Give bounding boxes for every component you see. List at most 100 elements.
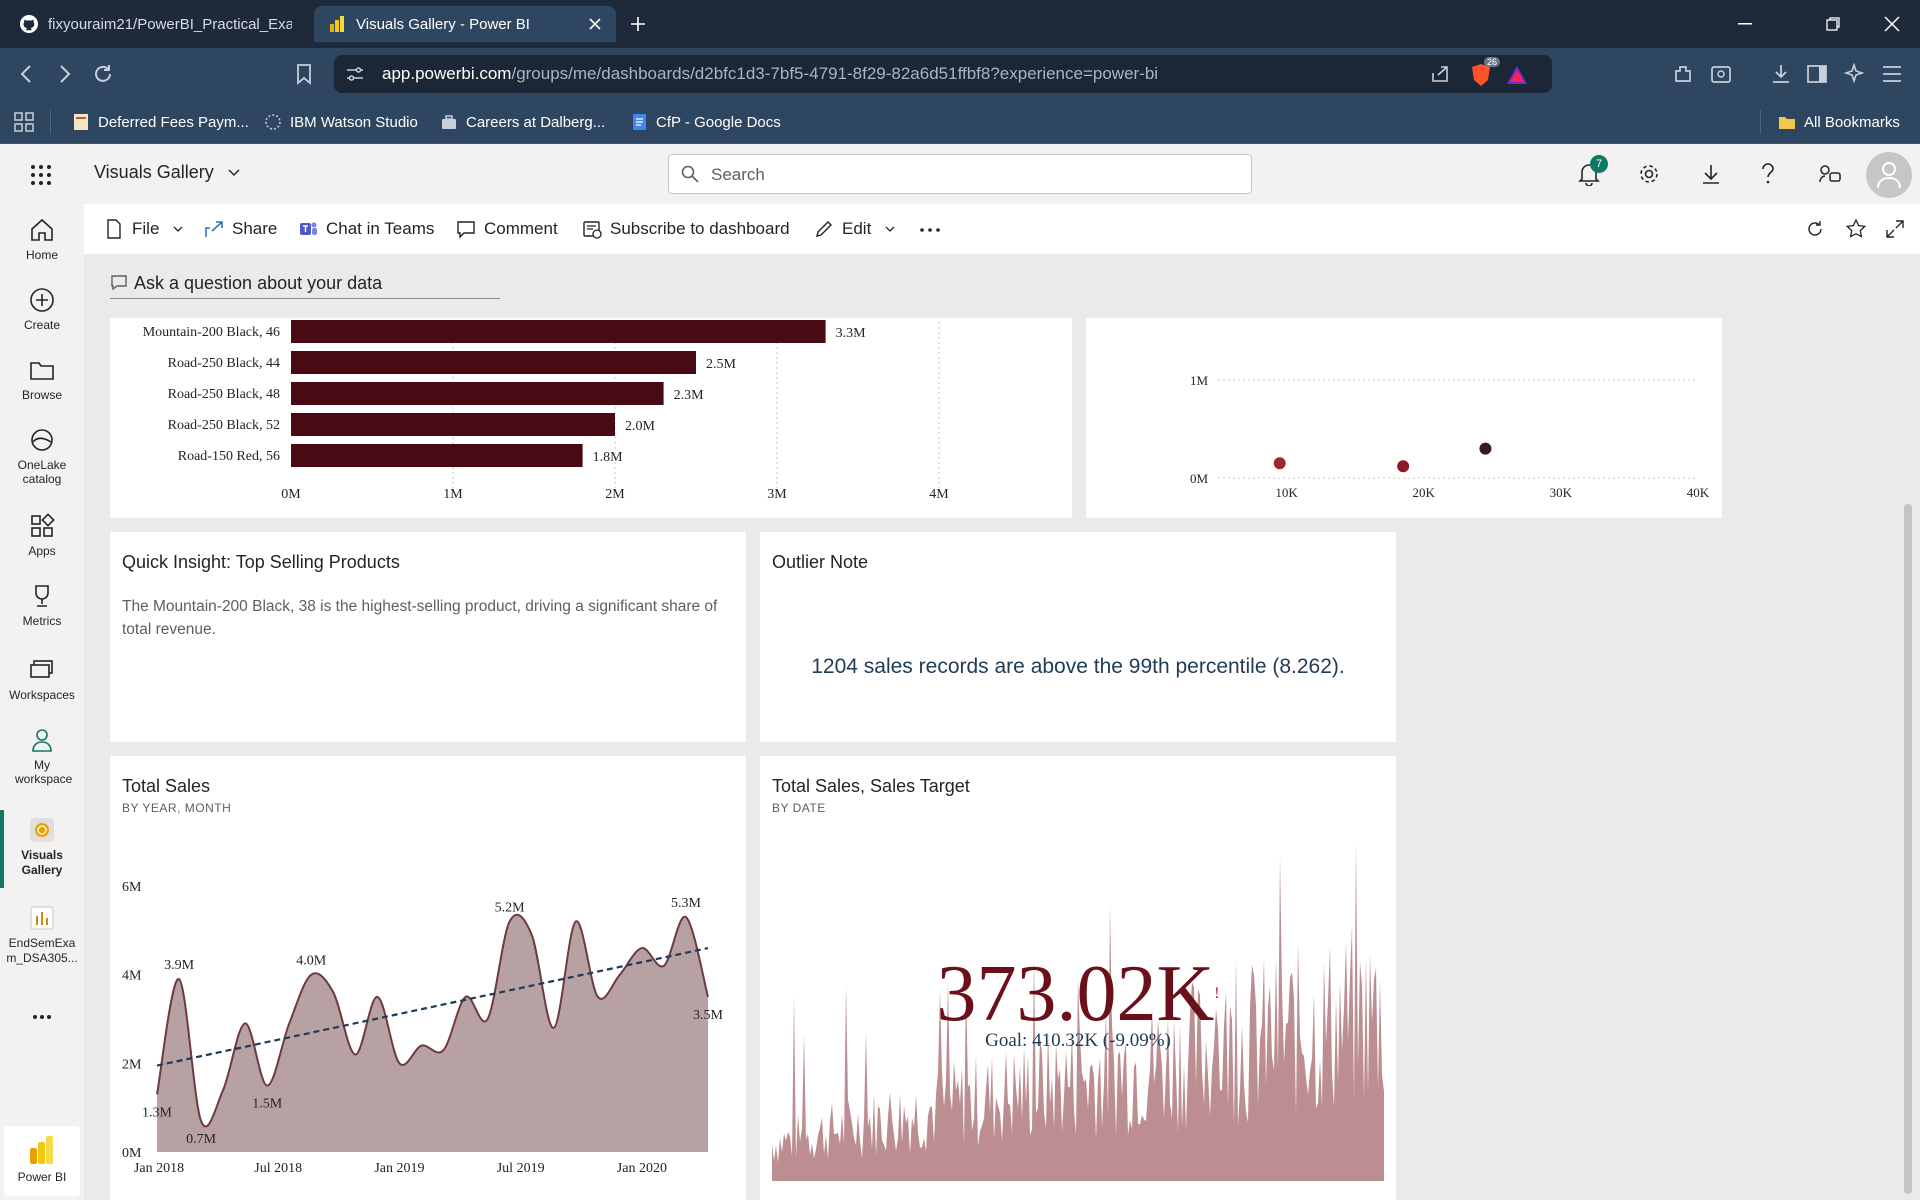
subscribe-label: Subscribe to dashboard (610, 219, 790, 238)
bookmark-page-icon[interactable] (296, 63, 312, 85)
bar (291, 444, 583, 467)
kpi-status-indicator: ! (1214, 985, 1220, 1002)
avatar[interactable] (1866, 152, 1912, 198)
browser-address-bar: app.powerbi.com/groups/me/dashboards/d2b… (0, 48, 1920, 100)
outlier-text: 1204 sales records are above the 99th pe… (811, 655, 1345, 678)
scatter-chart-tile[interactable]: 1M 0M 10K 20K 30K 40K (1086, 318, 1722, 518)
apps-grid-icon[interactable] (14, 112, 34, 132)
nav-label: My workspace (15, 758, 73, 786)
pbi-header: Visuals Gallery Search 7 (0, 144, 1920, 204)
close-tab-icon[interactable] (588, 17, 602, 31)
canvas-scrollbar[interactable] (1904, 504, 1912, 1194)
bookmark-ibm-watson[interactable]: IBM Watson Studio (264, 110, 418, 134)
app-launcher-icon[interactable] (30, 164, 52, 186)
feedback-icon[interactable] (1818, 163, 1842, 185)
nav-item-endsemexam[interactable]: EndSemExam_DSA305... (0, 904, 84, 966)
nav-item-visuals-gallery[interactable]: Visuals Gallery (0, 816, 84, 878)
nav-item-home[interactable]: Home (0, 216, 84, 262)
bookmark-label: Careers at Dalberg... (466, 113, 606, 131)
leo-ai-icon[interactable] (1844, 63, 1866, 85)
quick-insight-tile[interactable]: Quick Insight: Top Selling Products The … (110, 532, 746, 742)
powerbi-logo-icon (30, 1136, 53, 1164)
url-path: /groups/me/dashboards/d2bfc1d3-7bf5-4791… (511, 64, 1159, 83)
more-actions-icon[interactable] (920, 228, 940, 232)
chevron-down-icon (228, 168, 240, 176)
nav-label: Metrics (22, 614, 62, 628)
help-icon[interactable] (1760, 163, 1776, 185)
close-window-icon[interactable] (1884, 16, 1900, 32)
bar-chart: 0M 1M 2M 3M 4M Mountain-200 Black, 46 3.3M Road… (143, 320, 949, 502)
kpi-value: 373.02K (936, 950, 1215, 1038)
site-settings-icon[interactable] (346, 66, 364, 82)
downloads-icon[interactable] (1770, 63, 1792, 85)
comment-button[interactable]: Comment (456, 217, 558, 241)
x-tick-label: Jan 2020 (617, 1161, 667, 1176)
bookmark-deferred-fees[interactable]: Deferred Fees Paym... (72, 110, 249, 134)
wallet-icon[interactable] (1710, 63, 1732, 85)
pencil-icon (816, 221, 832, 237)
share-button[interactable]: Share (204, 217, 277, 241)
share-page-icon[interactable] (1430, 65, 1450, 83)
forward-icon[interactable] (56, 64, 74, 84)
nav-item-workspaces[interactable]: Workspaces (0, 656, 84, 702)
download-icon[interactable] (1700, 163, 1722, 185)
nav-item-apps[interactable]: Apps (0, 512, 84, 558)
nav-item-onelake[interactable]: OneLake catalog (0, 426, 84, 486)
bookmark-label: Deferred Fees Paym... (98, 113, 249, 131)
browser-tab-powerbi[interactable]: Visuals Gallery - Power BI (314, 6, 616, 42)
bar-chart-tile[interactable]: 0M 1M 2M 3M 4M Mountain-200 Black, 46 3.3M Road… (110, 318, 1072, 518)
bookmark-google-docs[interactable]: CfP - Google Docs (630, 110, 781, 134)
data-label: 3.9M (164, 958, 195, 973)
browser-tab-github[interactable]: fixyouraim21/PowerBI_Practical_Exam (6, 6, 306, 42)
outlier-note-tile[interactable]: Outlier Note 1204 sales records are abov… (760, 532, 1396, 742)
powerbi-switcher[interactable]: Power BI (4, 1126, 80, 1196)
fullscreen-icon[interactable] (1886, 220, 1904, 238)
settings-gear-icon[interactable] (1638, 163, 1660, 185)
teams-icon (300, 222, 317, 235)
x-tick-label: Jan 2018 (134, 1161, 184, 1176)
category-label: Road-250 Black, 48 (168, 387, 280, 402)
refresh-icon[interactable] (1806, 220, 1824, 238)
user-icon (1877, 162, 1901, 189)
search-input[interactable]: Search (668, 154, 1252, 194)
nav-label: Browse (21, 388, 62, 402)
sidebar-toggle-icon[interactable] (1806, 63, 1828, 85)
notification-badge: 7 (1590, 155, 1608, 173)
nav-label: EndSemExam_DSA305... (6, 936, 78, 965)
restore-icon[interactable] (1826, 17, 1840, 31)
workspace-title-dropdown[interactable]: Visuals Gallery (94, 162, 240, 183)
comment-icon (457, 221, 475, 239)
minimize-icon[interactable] (1738, 23, 1752, 25)
nav-item-create[interactable]: Create (0, 286, 84, 332)
nav-item-my-workspace[interactable]: My workspace (0, 726, 84, 786)
edit-menu-button[interactable]: Edit (814, 217, 895, 241)
data-label: 5.3M (671, 896, 702, 911)
category-label: Road-250 Black, 44 (168, 356, 280, 371)
browser-menu-icon[interactable] (1882, 65, 1902, 83)
comment-label: Comment (484, 219, 558, 238)
all-bookmarks[interactable]: All Bookmarks (1778, 110, 1900, 134)
back-icon[interactable] (18, 64, 36, 84)
nav-item-metrics[interactable]: Metrics (0, 582, 84, 628)
subscribe-button[interactable]: Subscribe to dashboard (582, 217, 790, 241)
favorite-star-icon[interactable] (1846, 219, 1866, 239)
url-bar[interactable]: app.powerbi.com/groups/me/dashboards/d2b… (334, 55, 1552, 93)
y-tick-label: 1M (1190, 373, 1209, 388)
url-text: app.powerbi.com/groups/me/dashboards/d2b… (382, 64, 1158, 84)
nav-item-browse[interactable]: Browse (0, 356, 84, 402)
chat-in-teams-button[interactable]: Chat in Teams (298, 217, 434, 241)
file-menu-button[interactable]: File (104, 217, 183, 241)
brave-rewards-icon[interactable] (1506, 65, 1528, 85)
more-options-icon[interactable] (32, 1014, 52, 1020)
bookmark-dalberg[interactable]: Careers at Dalberg... (440, 110, 605, 134)
total-sales-tile[interactable]: Total Sales BY YEAR, MONTH 0M 2M 4M 6M Jan 2… (110, 756, 746, 1200)
kpi-tile[interactable]: Total Sales, Sales Target BY DATE 373.02… (760, 756, 1396, 1200)
qna-input[interactable]: Ask a question about your data (110, 268, 500, 299)
bookmark-label: IBM Watson Studio (290, 113, 418, 131)
watson-icon (265, 114, 281, 130)
nav-label: Power BI (17, 1170, 67, 1184)
folder-icon (30, 362, 54, 380)
reload-icon[interactable] (92, 63, 114, 85)
new-tab-icon[interactable] (630, 16, 646, 32)
extensions-icon[interactable] (1672, 63, 1694, 85)
